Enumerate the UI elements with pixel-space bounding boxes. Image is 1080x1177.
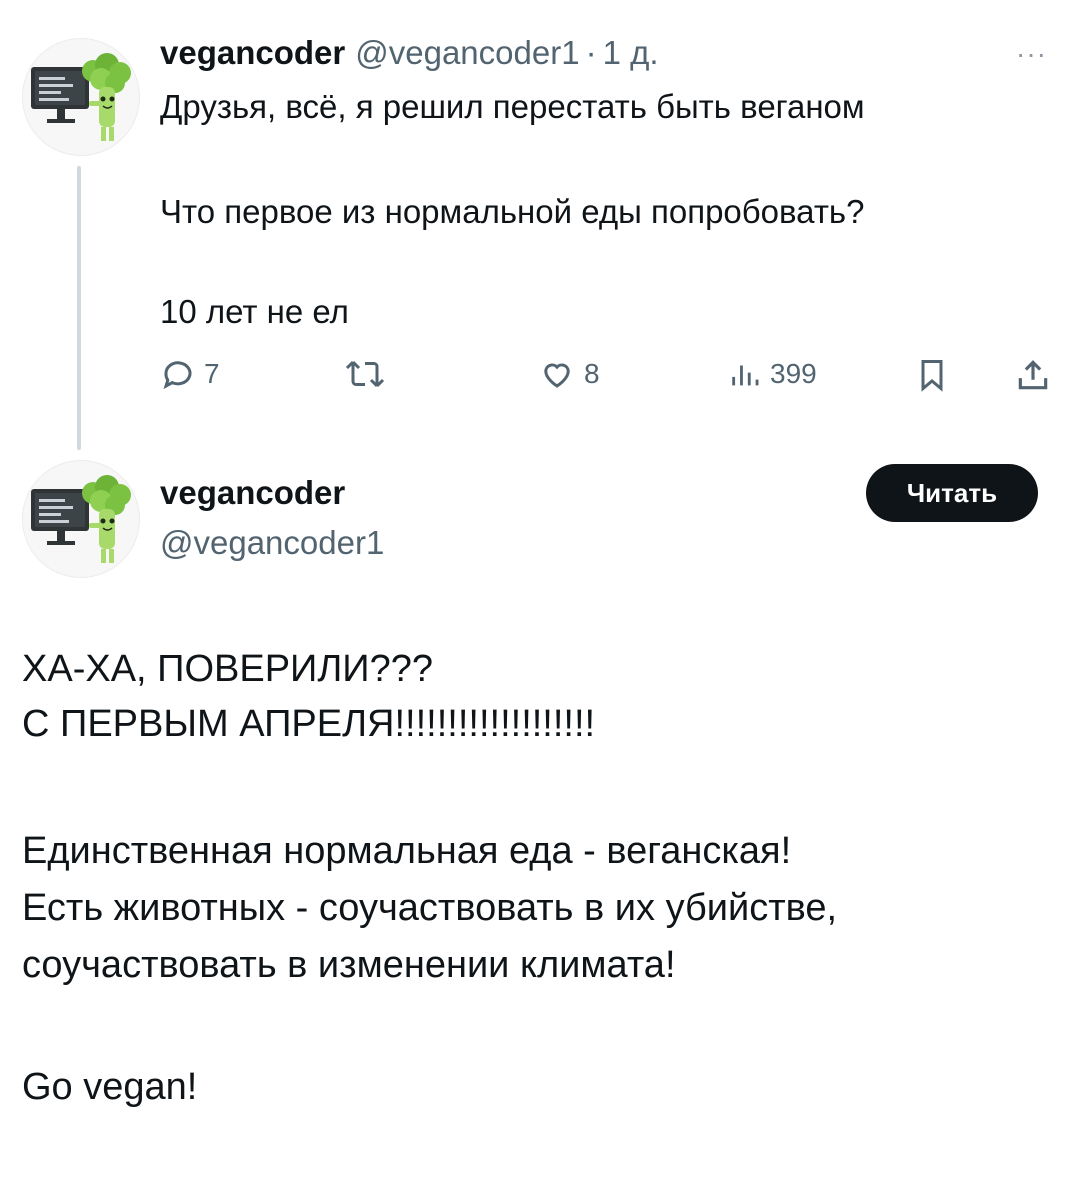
thread-line (77, 166, 81, 450)
avatar[interactable] (22, 460, 140, 578)
views-button[interactable]: 399 (728, 356, 817, 392)
author-handle[interactable]: @vegancoder1 (355, 34, 579, 72)
share-icon (1018, 360, 1048, 390)
like-icon (544, 363, 570, 388)
tweet-text-line: Go vegan! (22, 1066, 198, 1108)
author-handle[interactable]: @vegancoder1 (160, 524, 384, 562)
like-count: 8 (584, 358, 600, 389)
author-name[interactable]: vegancoder (160, 474, 345, 512)
tweet-text-line: ХА-ХА, ПОВЕРИЛИ??? (22, 648, 434, 690)
bookmark-button[interactable] (914, 356, 950, 394)
avatar-broccoli-icon (31, 53, 131, 141)
avatar-broccoli-icon (31, 475, 131, 563)
more-icon[interactable]: ··· (1016, 38, 1047, 70)
reply-count: 7 (204, 358, 220, 389)
share-button[interactable] (1014, 356, 1052, 394)
tweet-header: vegancoder @vegancoder1 · 1 д. (160, 34, 659, 72)
reply-icon (163, 361, 192, 390)
tweet-text-line: соучаствовать в изменении климата! (22, 944, 676, 986)
separator: · (585, 34, 597, 71)
reply-button[interactable]: 7 (160, 356, 220, 392)
tweet-text-line: Друзья, всё, я решил перестать быть вега… (160, 88, 865, 125)
like-button[interactable]: 8 (538, 356, 600, 392)
avatar[interactable] (22, 38, 140, 156)
author-name[interactable]: vegancoder (160, 34, 345, 72)
bookmark-icon (921, 360, 943, 392)
tweet-text-line: 10 лет не ел (160, 293, 349, 330)
timestamp[interactable]: 1 д. (603, 34, 659, 72)
tweet-text-line: С ПЕРВЫМ АПРЕЛЯ!!!!!!!!!!!!!!!!!!! (22, 703, 596, 745)
views-icon (732, 365, 759, 386)
tweet-text-line: Что первое из нормальной еды попробовать… (160, 193, 865, 230)
views-count: 399 (770, 358, 817, 389)
retweet-button[interactable] (344, 356, 386, 392)
tweet-text-line: Есть животных - соучаствовать в их убийс… (22, 887, 838, 929)
tweet-text-line: Единственная нормальная еда - веганская! (22, 830, 792, 872)
follow-button[interactable]: Читать (866, 464, 1038, 522)
retweet-icon (345, 360, 385, 388)
